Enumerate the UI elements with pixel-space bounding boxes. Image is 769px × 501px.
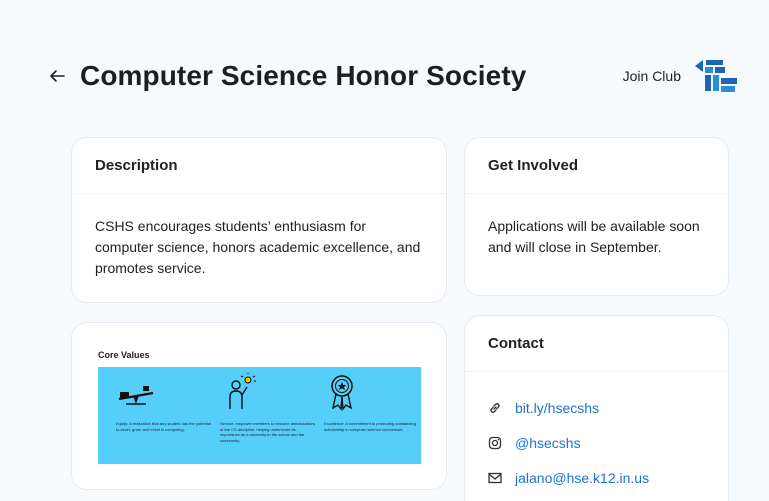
- contact-email-link[interactable]: jalano@hse.k12.in.us: [515, 470, 649, 486]
- seesaw-icon: [118, 386, 154, 405]
- core-values-title: Core Values: [98, 350, 150, 360]
- person-idea-icon: [229, 373, 256, 409]
- page-title: Computer Science Honor Society: [80, 60, 527, 91]
- core-value-equity: Equity: A realization that any student h…: [116, 373, 212, 432]
- instagram-icon: [488, 436, 502, 449]
- get-involved-text: Applications will be available soon and …: [488, 218, 700, 255]
- club-logo: [695, 60, 737, 92]
- contact-row-email: jalano@hse.k12.in.us: [488, 460, 705, 495]
- core-value-excellence-text: Excellence: A commitment to promoting ou…: [324, 421, 416, 432]
- core-values-banner: Equity: A realization that any student h…: [98, 367, 421, 464]
- contact-card: Contact bit.ly/hsecshs @hsecshs jalano@h: [464, 315, 729, 501]
- core-value-service-text: Service: empower members to become ambas…: [220, 421, 315, 443]
- core-value-service: Service: empower members to become ambas…: [220, 373, 316, 443]
- arrow-left-icon: [50, 70, 65, 82]
- core-value-excellence: Excellence: A commitment to promoting ou…: [324, 373, 420, 432]
- contact-instagram-link[interactable]: @hsecshs: [515, 435, 581, 451]
- description-card: Description CSHS encourages students’ en…: [71, 137, 447, 303]
- contact-row-instagram: @hsecshs: [488, 425, 705, 460]
- join-club-button[interactable]: Join Club: [623, 56, 739, 96]
- back-button[interactable]: [44, 63, 70, 89]
- link-icon: [490, 402, 500, 413]
- contact-heading: Contact: [465, 316, 728, 372]
- award-medal-icon: [331, 375, 353, 411]
- join-club-label: Join Club: [622, 68, 681, 84]
- core-values-card: Core Values Equity: A realization that a…: [71, 322, 447, 490]
- get-involved-card: Get Involved Applications will be availa…: [464, 137, 729, 296]
- contact-list: bit.ly/hsecshs @hsecshs jalano@hse.k12.i…: [465, 372, 728, 495]
- core-value-equity-text: Equity: A realization that any student h…: [116, 421, 211, 432]
- description-heading: Description: [72, 138, 446, 194]
- contact-row-link: bit.ly/hsecshs: [488, 390, 705, 425]
- get-involved-heading: Get Involved: [465, 138, 728, 194]
- mail-icon: [488, 472, 502, 483]
- page-header: Computer Science Honor Society Join Club: [44, 56, 739, 96]
- description-text: CSHS encourages students’ enthusiasm for…: [95, 218, 421, 276]
- contact-website-link[interactable]: bit.ly/hsecshs: [515, 400, 599, 416]
